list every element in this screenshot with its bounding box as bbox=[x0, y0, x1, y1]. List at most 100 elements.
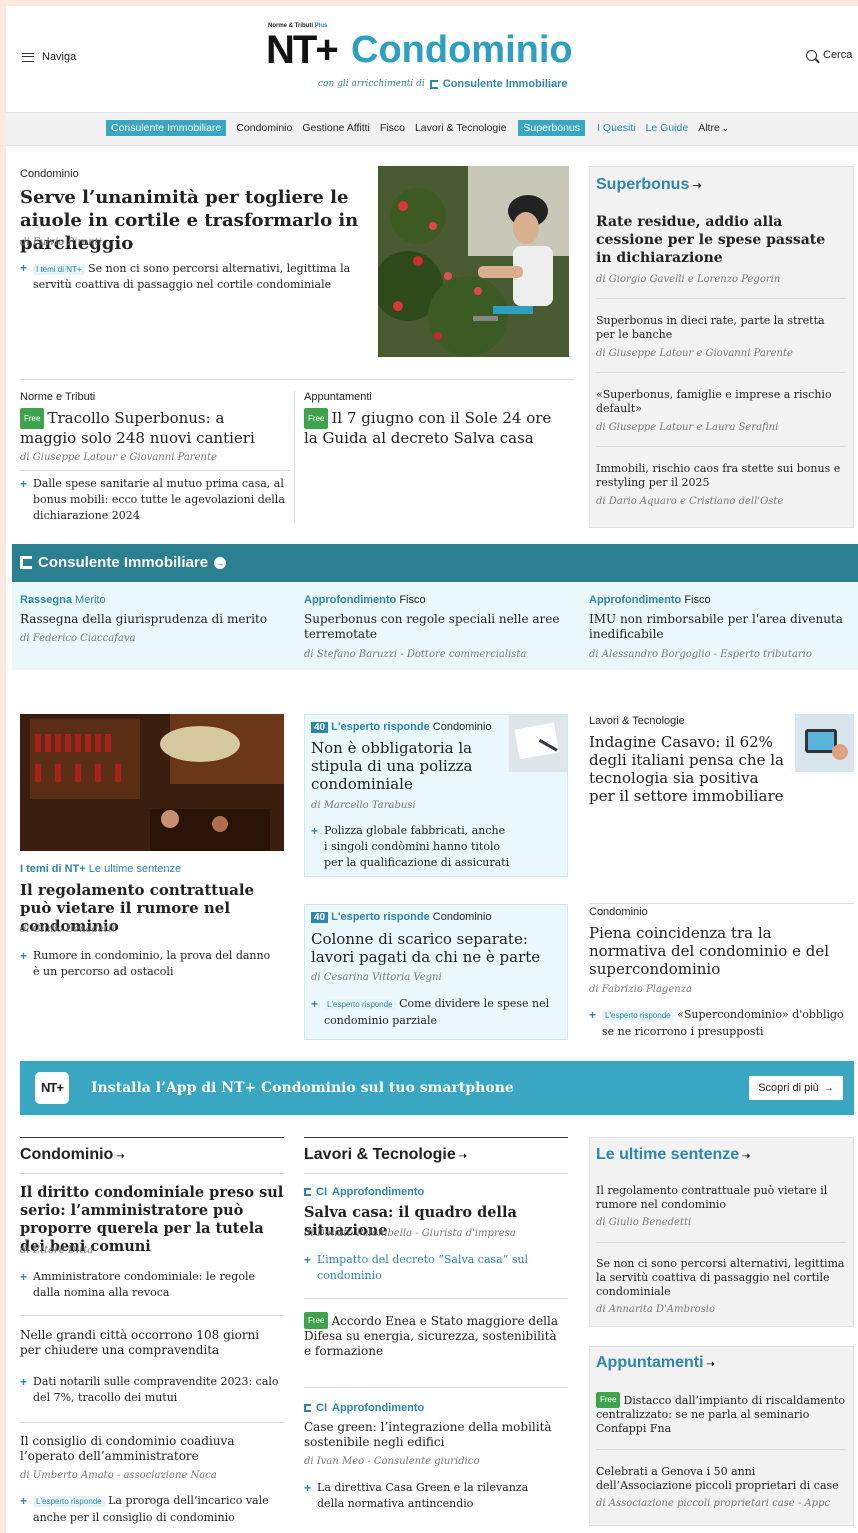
search-icon bbox=[806, 49, 820, 64]
mid-e-related[interactable]: + L'esperto risponde «Supercondominio» d'… bbox=[589, 1007, 849, 1040]
mid-d-kicker: Lavori & Tecnologie bbox=[589, 715, 685, 727]
sentenze-item2-title[interactable]: Se non ci sono percorsi alternativi, leg… bbox=[596, 1257, 846, 1299]
nav-item-consulente[interactable]: Consulente Immobiliare bbox=[106, 120, 227, 136]
mid-d-title[interactable]: Indagine Casavo: il 62% degli italiani p… bbox=[589, 733, 784, 805]
arrow-right-icon: ➝ bbox=[455, 1151, 467, 1162]
app-banner-button[interactable]: Scopri di più → bbox=[749, 1076, 843, 1100]
nav-item-lavori[interactable]: Lavori & Tecnologie bbox=[415, 122, 506, 134]
sb-item-2-title[interactable]: Superbonus in dieci rate, parte la stret… bbox=[596, 314, 846, 342]
arrow-right-icon: ➝ bbox=[739, 1151, 751, 1162]
search-button[interactable]: Cerca bbox=[806, 49, 852, 64]
appuntamenti-heading[interactable]: Appuntamenti ➝ bbox=[596, 1354, 715, 1372]
col2-item3-related[interactable]: + La direttiva Casa Green e la rilevanza … bbox=[304, 1480, 549, 1512]
ci-col3-tag: Approfondimento Fisco bbox=[589, 594, 711, 606]
arrow-right-icon: ➝ bbox=[113, 1151, 125, 1162]
gardener-photo bbox=[378, 166, 569, 357]
sb-item-3-title[interactable]: «Superbonus, famiglie e imprese a rischi… bbox=[596, 388, 846, 416]
col1-item3-title[interactable]: Il consiglio di condominio coadiuva l’op… bbox=[20, 1434, 260, 1464]
sentenze-item2-author: di Annarita D'Ambrosio bbox=[596, 1304, 716, 1315]
col2-item3-title[interactable]: Case green: l’integrazione della mobilit… bbox=[304, 1420, 554, 1450]
sb-item-4-author: di Dario Aquaro e Cristiano dell'Oste bbox=[596, 496, 784, 507]
sb-item-4-title[interactable]: Immobili, rischio caos fra stette sui bo… bbox=[596, 462, 846, 490]
superbonus-heading[interactable]: Superbonus ➝ bbox=[596, 176, 702, 194]
ci-logo-icon bbox=[429, 79, 438, 89]
ci-col1-title[interactable]: Rassegna della giurisprudenza di merito bbox=[20, 612, 280, 627]
sb-item-2-author: di Giuseppe Latour e Giovanni Parente bbox=[596, 348, 793, 359]
arrow-right-icon: ➝ bbox=[689, 180, 702, 192]
col1-item2-related[interactable]: + Dati notarili sulle compravendite 2023:… bbox=[20, 1374, 280, 1406]
arrow-right-icon: ➝ bbox=[703, 1359, 715, 1370]
policy-image[interactable] bbox=[509, 714, 567, 772]
menu-label: Naviga bbox=[42, 51, 77, 63]
mid-c-title[interactable]: Colonne di scarico separate: lavori paga… bbox=[311, 930, 561, 966]
col1-heading[interactable]: Condominio ➝ bbox=[20, 1146, 124, 1164]
col2-item2-title[interactable]: Free Accordo Enea e Stato maggiore della … bbox=[304, 1312, 564, 1359]
col1-item3-author: di Umberto Amato - associazione Naca bbox=[20, 1470, 217, 1481]
ci-col1-author: di Federico Ciaccafava bbox=[20, 633, 136, 644]
nav-item-quesiti[interactable]: I Quesiti bbox=[597, 122, 636, 134]
nav-item-condominio[interactable]: Condominio bbox=[236, 122, 292, 134]
lead-author: di Fulvio Pironti bbox=[20, 237, 102, 248]
sub1-title[interactable]: Free Tracollo Superbonus: a maggio solo 2… bbox=[20, 408, 280, 448]
chevron-down-icon: ⌄ bbox=[719, 124, 729, 133]
col2-item3-author: di Ivan Meo - Consulente giuridico bbox=[304, 1456, 480, 1467]
sentenze-item1-title[interactable]: Il regolamento contrattuale può vietare … bbox=[596, 1184, 831, 1212]
sb-item-1-title[interactable]: Rate residue, addio alla cessione per le… bbox=[596, 213, 836, 267]
ci-col3-title[interactable]: IMU non rimborsabile per l'area divenuta… bbox=[589, 612, 849, 642]
mid-c-author: di Cesarina Vittoria Vegni bbox=[311, 972, 442, 983]
arrow-right-icon: → bbox=[823, 1082, 834, 1094]
logo-nt[interactable]: NT+ bbox=[266, 30, 339, 70]
sub1-related[interactable]: + Dalle spese sanitarie al mutuo prima ca… bbox=[20, 476, 285, 524]
tagline: con gli arricchimenti di Consulente Immo… bbox=[318, 78, 568, 90]
sentenze-heading[interactable]: Le ultime sentenze ➝ bbox=[596, 1146, 750, 1164]
mid-a-author: di Giulio Benedetti bbox=[20, 924, 116, 935]
mid-a-related[interactable]: + Rumore in condominio, la prova del dann… bbox=[20, 948, 280, 980]
nav-list: Consulente Immobiliare Condominio Gestio… bbox=[106, 119, 729, 137]
sub1-kicker: Norme e Tributi bbox=[20, 391, 96, 403]
sub2-title[interactable]: Free Il 7 giugno con il Sole 24 ore la Gu… bbox=[304, 408, 564, 448]
ci-col2-author: di Stefano Baruzzi - Dottore commerciali… bbox=[304, 649, 527, 660]
col1-item1-related[interactable]: + Amministratore condominiale: le regole … bbox=[20, 1269, 280, 1301]
mid-a-tag: I temi di NT+ Le ultime sentenze bbox=[20, 863, 182, 875]
ci-col2-title[interactable]: Superbonus con regole speciali nelle are… bbox=[304, 612, 564, 642]
lead-image[interactable] bbox=[378, 166, 569, 357]
nav-item-affitti[interactable]: Gestione Affitti bbox=[302, 122, 370, 134]
mid-e-title[interactable]: Piena coincidenza tra la normativa del c… bbox=[589, 924, 849, 978]
sub1-author: di Giuseppe Latour e Giovanni Parente bbox=[20, 452, 217, 463]
lead-related[interactable]: + I temi di NT+ Se non ci sono percorsi … bbox=[20, 261, 360, 292]
mid-b-author: di Marcello Tarabusi bbox=[311, 800, 416, 811]
arrow-circle-icon: → bbox=[214, 556, 227, 569]
ci-logo-icon bbox=[304, 1404, 311, 1412]
wine-bar-image[interactable] bbox=[20, 714, 284, 851]
mid-b-related[interactable]: + Polizza globale fabbricati, anche i sin… bbox=[311, 823, 511, 871]
logo-title[interactable]: Condominio bbox=[351, 30, 573, 70]
col1-item2-title[interactable]: Nelle grandi città occorrono 108 giorni … bbox=[20, 1328, 275, 1358]
app-logo: NT+ bbox=[35, 1072, 69, 1104]
mid-b-title[interactable]: Non è obbligatoria la stipula di una pol… bbox=[311, 739, 511, 793]
mid-c-related[interactable]: + L'esperto risponde Come dividere le spe… bbox=[311, 996, 556, 1029]
col2-heading[interactable]: Lavori & Tecnologie ➝ bbox=[304, 1146, 467, 1164]
mid-e-author: di Fabrizio Plagenza bbox=[589, 984, 692, 995]
mid-c-tag: 40 L'esperto risponde Condominio bbox=[311, 911, 491, 923]
ci-logo-icon bbox=[20, 556, 32, 569]
nav-item-fisco[interactable]: Fisco bbox=[380, 122, 405, 134]
page: Naviga Norme & Tributi Plus NT+ Condomin… bbox=[6, 6, 858, 1533]
ci-heading[interactable]: Consulente Immobiliare → bbox=[20, 554, 227, 571]
col2-item1-related[interactable]: + L’impatto del decreto “Salva casa” sul … bbox=[304, 1252, 534, 1284]
mid-e-kicker: Condominio bbox=[589, 906, 648, 918]
nav-item-altre[interactable]: Altre ⌄ bbox=[698, 122, 729, 134]
plus-icon: + bbox=[20, 261, 28, 275]
appuntamenti-item1-title[interactable]: Free Distacco dall’impianto di riscaldame… bbox=[596, 1392, 846, 1436]
col2-item3-tag: CI Approfondimento bbox=[304, 1402, 424, 1414]
ci-col1-tag: Rassegna Merito bbox=[20, 594, 106, 606]
nav-item-guide[interactable]: Le Guide bbox=[646, 122, 689, 134]
col1-item3-related[interactable]: + L'esperto risponde La proroga dell’inca… bbox=[20, 1493, 280, 1526]
nav-item-superbonus[interactable]: Superbonus bbox=[518, 120, 586, 136]
tablet-image[interactable] bbox=[795, 714, 854, 772]
sentenze-item1-author: di Giulio Benedetti bbox=[596, 1217, 692, 1228]
hamburger-icon bbox=[22, 52, 34, 62]
sub2-kicker: Appuntamenti bbox=[304, 391, 372, 403]
ci-col2-tag: Approfondimento Fisco bbox=[304, 594, 426, 606]
menu-button[interactable]: Naviga bbox=[22, 51, 76, 63]
appuntamenti-item2-title[interactable]: Celebrati a Genova i 50 anni dell’Associ… bbox=[596, 1465, 846, 1493]
